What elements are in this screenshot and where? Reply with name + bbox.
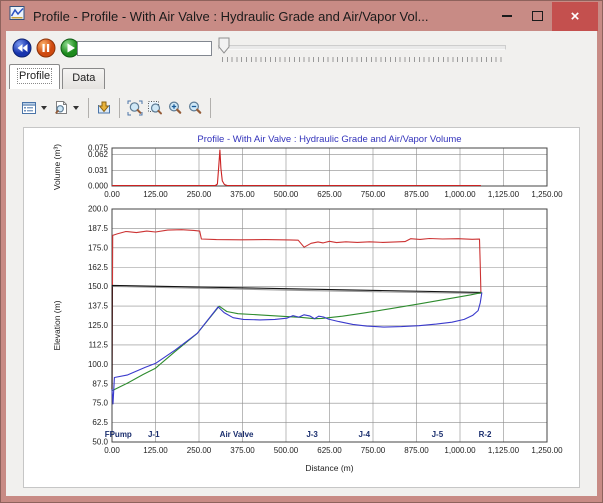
svg-text:FPump: FPump [105,430,132,439]
chart-toolbar [6,89,597,127]
toolbar-separator [119,98,120,118]
close-button[interactable]: × [552,2,598,31]
chart-options-icon[interactable] [20,99,38,117]
svg-text:0.00: 0.00 [104,190,120,199]
pause-button[interactable] [36,38,56,58]
svg-text:87.5: 87.5 [92,379,108,388]
zoom-extents-icon[interactable] [146,99,164,117]
animation-toolbar [6,33,597,63]
svg-text:125.0: 125.0 [88,321,109,330]
svg-text:875.00: 875.00 [404,190,429,199]
svg-text:875.00: 875.00 [404,446,429,455]
svg-text:250.00: 250.00 [187,446,212,455]
time-slider[interactable] [218,33,506,63]
window-title: Profile - Profile - With Air Valve : Hyd… [33,9,492,24]
svg-text:137.5: 137.5 [88,302,109,311]
zoom-in-icon[interactable] [166,99,184,117]
svg-text:62.5: 62.5 [92,418,108,427]
zoom-out-icon[interactable] [186,99,204,117]
slider-thumb[interactable] [218,37,230,59]
chart-options-dropdown-caret[interactable] [41,106,47,110]
snapshot-icon[interactable] [95,99,113,117]
svg-text:187.5: 187.5 [88,224,109,233]
svg-text:1,000.00: 1,000.00 [444,190,476,199]
svg-text:75.0: 75.0 [92,399,108,408]
profile-window: Profile - Profile - With Air Valve : Hyd… [0,0,603,503]
svg-text:200.0: 200.0 [88,205,109,214]
svg-text:500.00: 500.00 [274,446,299,455]
tab-profile[interactable]: Profile [9,64,60,89]
svg-text:375.00: 375.00 [230,446,255,455]
svg-text:R-2: R-2 [479,430,492,439]
svg-text:Distance (m): Distance (m) [305,463,353,473]
svg-text:125.00: 125.00 [143,446,168,455]
toolbar-separator [88,98,89,118]
zoom-window-icon[interactable] [126,99,144,117]
svg-text:Profile - With Air Valve : Hyd: Profile - With Air Valve : Hydraulic Gra… [197,134,461,145]
tab-strip: Profile Data [9,63,597,89]
svg-text:1,125.00: 1,125.00 [488,446,520,455]
svg-text:625.00: 625.00 [317,190,342,199]
svg-text:J-5: J-5 [432,430,444,439]
svg-text:0.00: 0.00 [104,446,120,455]
svg-text:J-1: J-1 [148,430,160,439]
svg-text:1,125.00: 1,125.00 [488,190,520,199]
svg-text:Air Valve: Air Valve [220,430,254,439]
svg-text:162.5: 162.5 [88,263,109,272]
time-value-input[interactable] [77,41,212,56]
svg-text:Elevation (m): Elevation (m) [52,300,62,350]
svg-text:625.00: 625.00 [317,446,342,455]
maximize-button[interactable] [522,2,552,31]
svg-text:750.00: 750.00 [361,446,386,455]
svg-text:250.00: 250.00 [187,190,212,199]
print-preview-icon[interactable] [52,99,70,117]
skip-back-button[interactable] [12,38,32,58]
profile-chart-canvas[interactable]: 0.00 125.00 250.00 375.00 500.00 625.00 750.00… [24,128,579,487]
svg-text:0.000: 0.000 [88,182,109,191]
svg-text:1,000.00: 1,000.00 [444,446,476,455]
svg-text:0.075: 0.075 [88,144,109,153]
print-preview-dropdown-caret[interactable] [73,106,79,110]
svg-text:112.5: 112.5 [89,340,109,349]
toolbar-separator [210,98,211,118]
svg-text:375.00: 375.00 [230,190,255,199]
minimize-button[interactable] [492,2,522,31]
svg-text:100.0: 100.0 [88,360,109,369]
svg-text:175.0: 175.0 [88,243,109,252]
svg-text:J-3: J-3 [306,430,318,439]
slider-ticks [222,57,502,62]
window-body: Profile Data [6,31,597,496]
svg-text:1,250.00: 1,250.00 [531,446,563,455]
svg-text:J-4: J-4 [359,430,371,439]
svg-text:750.00: 750.00 [361,190,386,199]
svg-text:150.0: 150.0 [88,282,109,291]
tab-data[interactable]: Data [62,68,105,89]
svg-text:Volume (m³): Volume (m³) [52,144,62,190]
app-icon [9,5,26,27]
chart-panel: 0.00 125.00 250.00 375.00 500.00 625.00 750.00… [23,127,580,488]
title-bar: Profile - Profile - With Air Valve : Hyd… [1,1,602,31]
svg-text:0.031: 0.031 [88,166,109,175]
slider-track[interactable] [218,45,506,50]
svg-text:500.00: 500.00 [274,190,299,199]
svg-text:1,250.00: 1,250.00 [531,190,563,199]
svg-text:125.00: 125.00 [143,190,168,199]
